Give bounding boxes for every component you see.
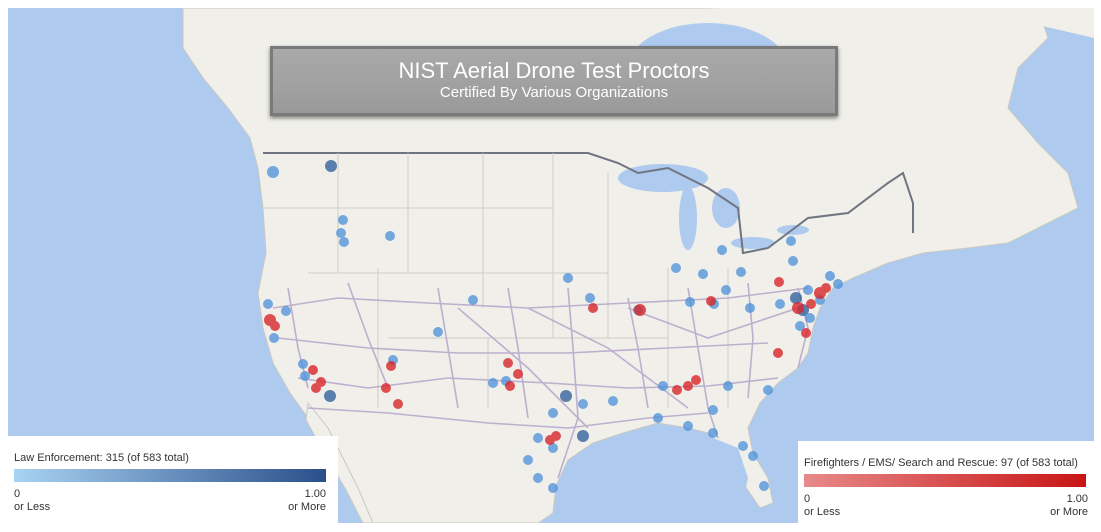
legend-law-max-value: 1.00 xyxy=(304,488,326,500)
map-frame[interactable]: NIST Aerial Drone Test Proctors Certifie… xyxy=(8,8,1094,523)
legend-fire-min-label: or Less xyxy=(804,506,841,518)
legend-law-min-value: 0 xyxy=(14,488,21,500)
legend-fire-title: Firefighters / EMS/ Search and Rescue: 9… xyxy=(804,457,1078,469)
legend-fire-min-value: 0 xyxy=(804,493,811,505)
legend-fire-max: 1.00 or More xyxy=(1050,493,1088,519)
map-title-banner: NIST Aerial Drone Test Proctors Certifie… xyxy=(270,46,838,116)
map-subtitle: Certified By Various Organizations xyxy=(439,84,669,101)
legend-law-min-label: or Less xyxy=(14,501,51,513)
legend-law-max: 1.00 or More xyxy=(288,488,326,514)
legend-fire-min: 0 or Less xyxy=(804,493,840,519)
legend-law-title: Law Enforcement: 315 (of 583 total) xyxy=(14,452,189,464)
legend-law-gradient xyxy=(14,469,326,482)
legend-fire-max-label: or More xyxy=(1050,506,1088,518)
legend-law-max-label: or More xyxy=(288,501,326,513)
legend-law-min: 0 or Less xyxy=(14,488,50,514)
legend-fire-gradient xyxy=(804,474,1086,487)
map-title: NIST Aerial Drone Test Proctors xyxy=(398,58,710,83)
legend-fire-max-value: 1.00 xyxy=(1066,493,1088,505)
legend-law-enforcement: Law Enforcement: 315 (of 583 total) 0 or… xyxy=(8,436,338,523)
legend-firefighters: Firefighters / EMS/ Search and Rescue: 9… xyxy=(798,441,1094,523)
lake-michigan xyxy=(679,186,697,250)
